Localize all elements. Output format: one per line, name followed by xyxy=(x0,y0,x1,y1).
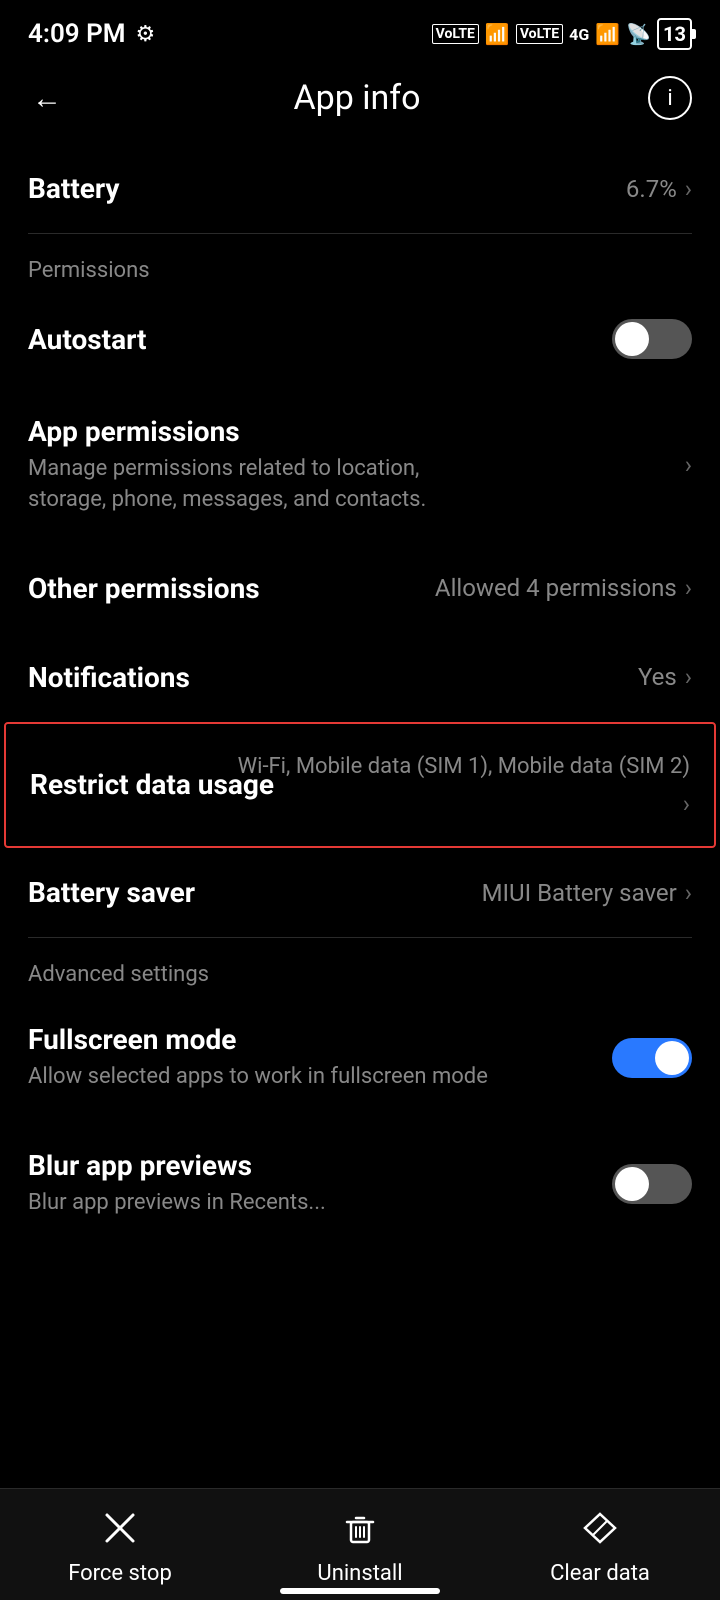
clear-data-label: Clear data xyxy=(550,1561,650,1586)
volte2-icon: VoLTE xyxy=(516,24,563,44)
fullscreen-mode-subtitle: Allow selected apps to work in fullscree… xyxy=(28,1062,488,1093)
wifi-icon: 📡 xyxy=(626,22,651,46)
permissions-section-label: Permissions xyxy=(0,234,720,291)
info-icon: i xyxy=(667,86,672,111)
force-stop-label: Force stop xyxy=(68,1561,172,1586)
blur-app-previews-subtitle: Blur app previews in Recents... xyxy=(28,1188,488,1219)
battery-status-icon: 13 xyxy=(657,18,692,50)
notifications-value: Yes xyxy=(638,663,677,691)
autostart-toggle-knob xyxy=(615,322,649,356)
other-permissions-label: Other permissions xyxy=(28,572,435,605)
uninstall-icon xyxy=(341,1509,379,1553)
autostart-toggle[interactable] xyxy=(612,319,692,359)
signal2-icon: 📶 xyxy=(595,22,620,46)
app-permissions-chevron: › xyxy=(685,451,692,479)
page-title: App info xyxy=(66,78,648,118)
advanced-settings-section: Fullscreen mode Allow selected apps to w… xyxy=(0,995,720,1247)
restrict-data-usage-chevron: › xyxy=(683,790,690,818)
restrict-data-usage-value: Wi-Fi, Mobile data (SIM 1), Mobile data … xyxy=(238,752,690,783)
status-bar: 4:09 PM ⚙ VoLTE 📶 VoLTE 4G 📶 📡 13 xyxy=(0,0,720,60)
battery-chevron: › xyxy=(685,175,692,203)
volte1-icon: VoLTE xyxy=(432,24,479,44)
battery-saver-row[interactable]: Battery saver MIUI Battery saver › xyxy=(28,848,692,937)
other-permissions-chevron: › xyxy=(685,574,692,602)
blur-app-previews-toggle[interactable] xyxy=(612,1164,692,1204)
battery-saver-section: Battery saver MIUI Battery saver › xyxy=(0,848,720,937)
autostart-row[interactable]: Autostart xyxy=(28,291,692,387)
clear-data-button[interactable]: Clear data xyxy=(530,1509,670,1586)
info-button[interactable]: i xyxy=(648,76,692,120)
settings-icon: ⚙ xyxy=(136,22,156,47)
app-permissions-label: App permissions xyxy=(28,415,685,448)
back-button[interactable]: ← xyxy=(28,77,66,120)
fullscreen-mode-label: Fullscreen mode xyxy=(28,1023,612,1056)
app-permissions-row[interactable]: App permissions Manage permissions relat… xyxy=(28,387,692,544)
battery-label: Battery xyxy=(28,172,626,205)
advanced-settings-label: Advanced settings xyxy=(0,938,720,995)
restrict-data-usage-highlighted: Restrict data usage Wi-Fi, Mobile data (… xyxy=(4,722,716,849)
notifications-row[interactable]: Notifications Yes › xyxy=(28,633,692,722)
app-permissions-subtitle: Manage permissions related to location, … xyxy=(28,454,488,516)
blur-app-previews-row[interactable]: Blur app previews Blur app previews in R… xyxy=(28,1121,692,1247)
home-indicator xyxy=(280,1588,440,1594)
autostart-label: Autostart xyxy=(28,323,612,356)
uninstall-label: Uninstall xyxy=(317,1561,402,1586)
notifications-label: Notifications xyxy=(28,661,638,694)
bottom-bar: Force stop Uninstall Clear data xyxy=(0,1488,720,1600)
notifications-chevron: › xyxy=(685,663,692,691)
restrict-data-usage-row[interactable]: Restrict data usage Wi-Fi, Mobile data (… xyxy=(30,724,690,847)
clear-data-icon xyxy=(581,1509,619,1553)
other-permissions-value: Allowed 4 permissions xyxy=(435,574,677,602)
battery-section: Battery 6.7% › xyxy=(0,144,720,233)
blur-app-previews-label: Blur app previews xyxy=(28,1149,612,1182)
uninstall-button[interactable]: Uninstall xyxy=(290,1509,430,1586)
battery-saver-label: Battery saver xyxy=(28,876,482,909)
fullscreen-mode-toggle[interactable] xyxy=(612,1038,692,1078)
battery-saver-value: MIUI Battery saver xyxy=(482,879,677,907)
fullscreen-mode-toggle-knob xyxy=(655,1041,689,1075)
top-nav: ← App info i xyxy=(0,60,720,144)
4g-icon: 4G xyxy=(569,25,589,44)
battery-value: 6.7% xyxy=(626,175,677,203)
blur-app-previews-toggle-knob xyxy=(615,1167,649,1201)
battery-saver-chevron: › xyxy=(685,879,692,907)
status-icons: VoLTE 📶 VoLTE 4G 📶 📡 13 xyxy=(432,18,692,50)
permissions-section: Autostart App permissions Manage permiss… xyxy=(0,291,720,722)
status-time: 4:09 PM xyxy=(28,19,126,49)
other-permissions-row[interactable]: Other permissions Allowed 4 permissions … xyxy=(28,544,692,633)
battery-row[interactable]: Battery 6.7% › xyxy=(28,144,692,233)
force-stop-button[interactable]: Force stop xyxy=(50,1509,190,1586)
force-stop-icon xyxy=(101,1509,139,1553)
signal1-icon: 📶 xyxy=(485,22,510,46)
fullscreen-mode-row[interactable]: Fullscreen mode Allow selected apps to w… xyxy=(28,995,692,1121)
